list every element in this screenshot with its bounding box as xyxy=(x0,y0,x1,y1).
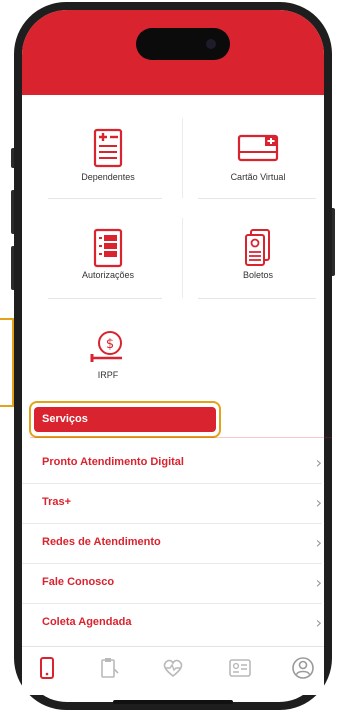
id-card-icon[interactable] xyxy=(227,655,253,681)
invoices-icon xyxy=(243,228,273,273)
grid-divider xyxy=(198,198,316,199)
menu-item-coleta-agendada[interactable]: Coleta Agendada › xyxy=(22,604,322,644)
tile-boletos[interactable]: Boletos xyxy=(198,218,318,300)
tax-coin-icon: $ xyxy=(88,330,128,369)
chevron-right-icon: › xyxy=(315,493,322,512)
tile-irpf[interactable]: $ IRPF xyxy=(48,320,168,402)
tile-dependentes[interactable]: Dependentes xyxy=(48,118,168,200)
menu-item-label: Fale Conosco xyxy=(42,576,115,588)
dependents-card-icon xyxy=(93,128,123,173)
chevron-right-icon: › xyxy=(315,533,322,552)
virtual-card-icon xyxy=(237,128,279,167)
tile-cartao-virtual[interactable]: Cartão Virtual xyxy=(198,118,318,200)
grid-divider xyxy=(182,118,183,198)
tile-label: IRPF xyxy=(97,370,119,380)
chevron-right-icon: › xyxy=(315,573,322,592)
menu-item-label: Tras+ xyxy=(42,496,72,508)
tile-label: Dependentes xyxy=(81,172,135,182)
user-profile-icon[interactable] xyxy=(290,655,316,681)
menu-item-tras[interactable]: Tras+ › xyxy=(22,484,322,524)
menu-item-label: Pronto Atendimento Digital xyxy=(42,456,184,468)
services-header[interactable]: Serviços xyxy=(34,407,216,432)
tile-autorizacoes[interactable]: Autorizações xyxy=(48,218,168,300)
bottom-tab-bar xyxy=(22,646,324,695)
tile-label: Autorizações xyxy=(81,270,135,280)
grid-divider xyxy=(182,218,183,298)
grid-divider xyxy=(198,298,316,299)
menu-item-label: Redes de Atendimento xyxy=(42,536,161,548)
heart-pulse-icon[interactable] xyxy=(160,655,186,681)
authorizations-list-icon xyxy=(93,228,123,273)
clipboard-icon[interactable] xyxy=(96,655,122,681)
svg-text:$: $ xyxy=(106,337,114,352)
menu-item-label: Coleta Agendada xyxy=(42,616,132,628)
tile-label: Boletos xyxy=(242,270,274,280)
chevron-right-icon: › xyxy=(315,453,322,472)
menu-item-fale-conosco[interactable]: Fale Conosco › xyxy=(22,564,322,604)
grid-divider xyxy=(48,298,162,299)
menu-item-pronto-atendimento[interactable]: Pronto Atendimento Digital › xyxy=(22,444,322,484)
menu-item-redes-atendimento[interactable]: Redes de Atendimento › xyxy=(22,524,322,564)
home-indicator xyxy=(113,700,233,704)
chevron-right-icon: › xyxy=(315,613,322,632)
grid-divider xyxy=(48,198,162,199)
phone-icon[interactable] xyxy=(34,655,60,681)
services-divider xyxy=(30,437,332,438)
dynamic-island xyxy=(136,28,230,60)
tile-label: Cartão Virtual xyxy=(230,172,286,182)
